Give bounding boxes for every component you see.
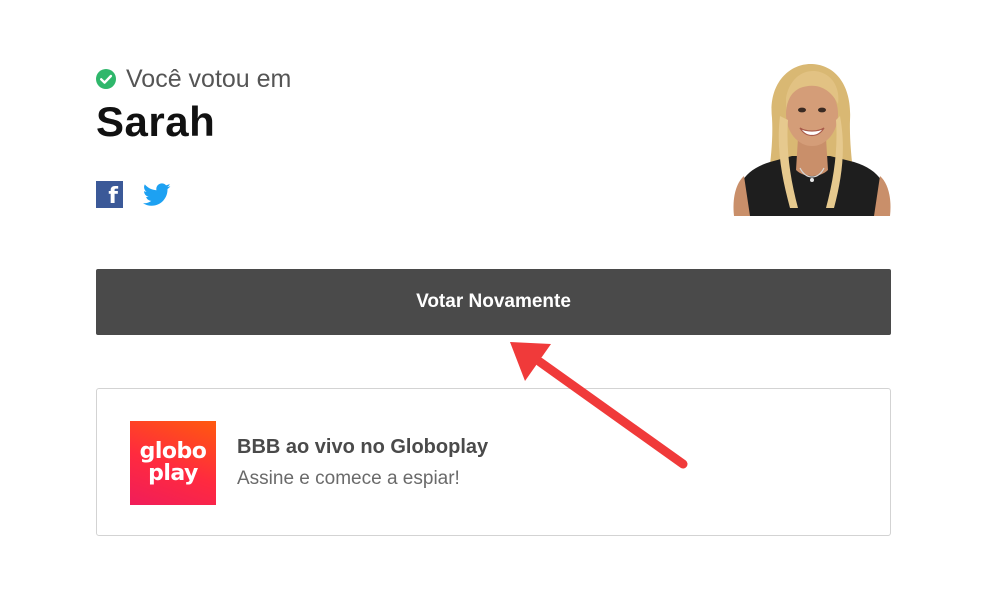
vote-confirmation: Você votou em — [96, 64, 291, 94]
twitter-icon[interactable] — [143, 182, 171, 207]
logo-line-2: play — [148, 461, 198, 486]
globoplay-logo[interactable]: globo play — [130, 421, 216, 505]
check-circle-icon — [96, 69, 116, 89]
candidate-photo-illustration — [733, 63, 891, 216]
candidate-photo — [730, 58, 892, 216]
facebook-glyph: f — [108, 184, 118, 209]
confirmation-label: Você votou em — [126, 64, 292, 93]
promo-subtitle: Assine e comece a espiar! — [237, 468, 460, 489]
logo-line-1: globo — [139, 439, 207, 464]
vote-again-button[interactable]: Votar Novamente — [96, 269, 891, 335]
candidate-name: Sarah — [96, 98, 216, 145]
share-links: f — [96, 181, 171, 208]
globoplay-promo-card[interactable]: globo play BBB ao vivo no Globoplay Assi… — [96, 388, 891, 536]
promo-title[interactable]: BBB ao vivo no Globoplay — [237, 436, 488, 459]
facebook-icon[interactable]: f — [96, 181, 123, 208]
